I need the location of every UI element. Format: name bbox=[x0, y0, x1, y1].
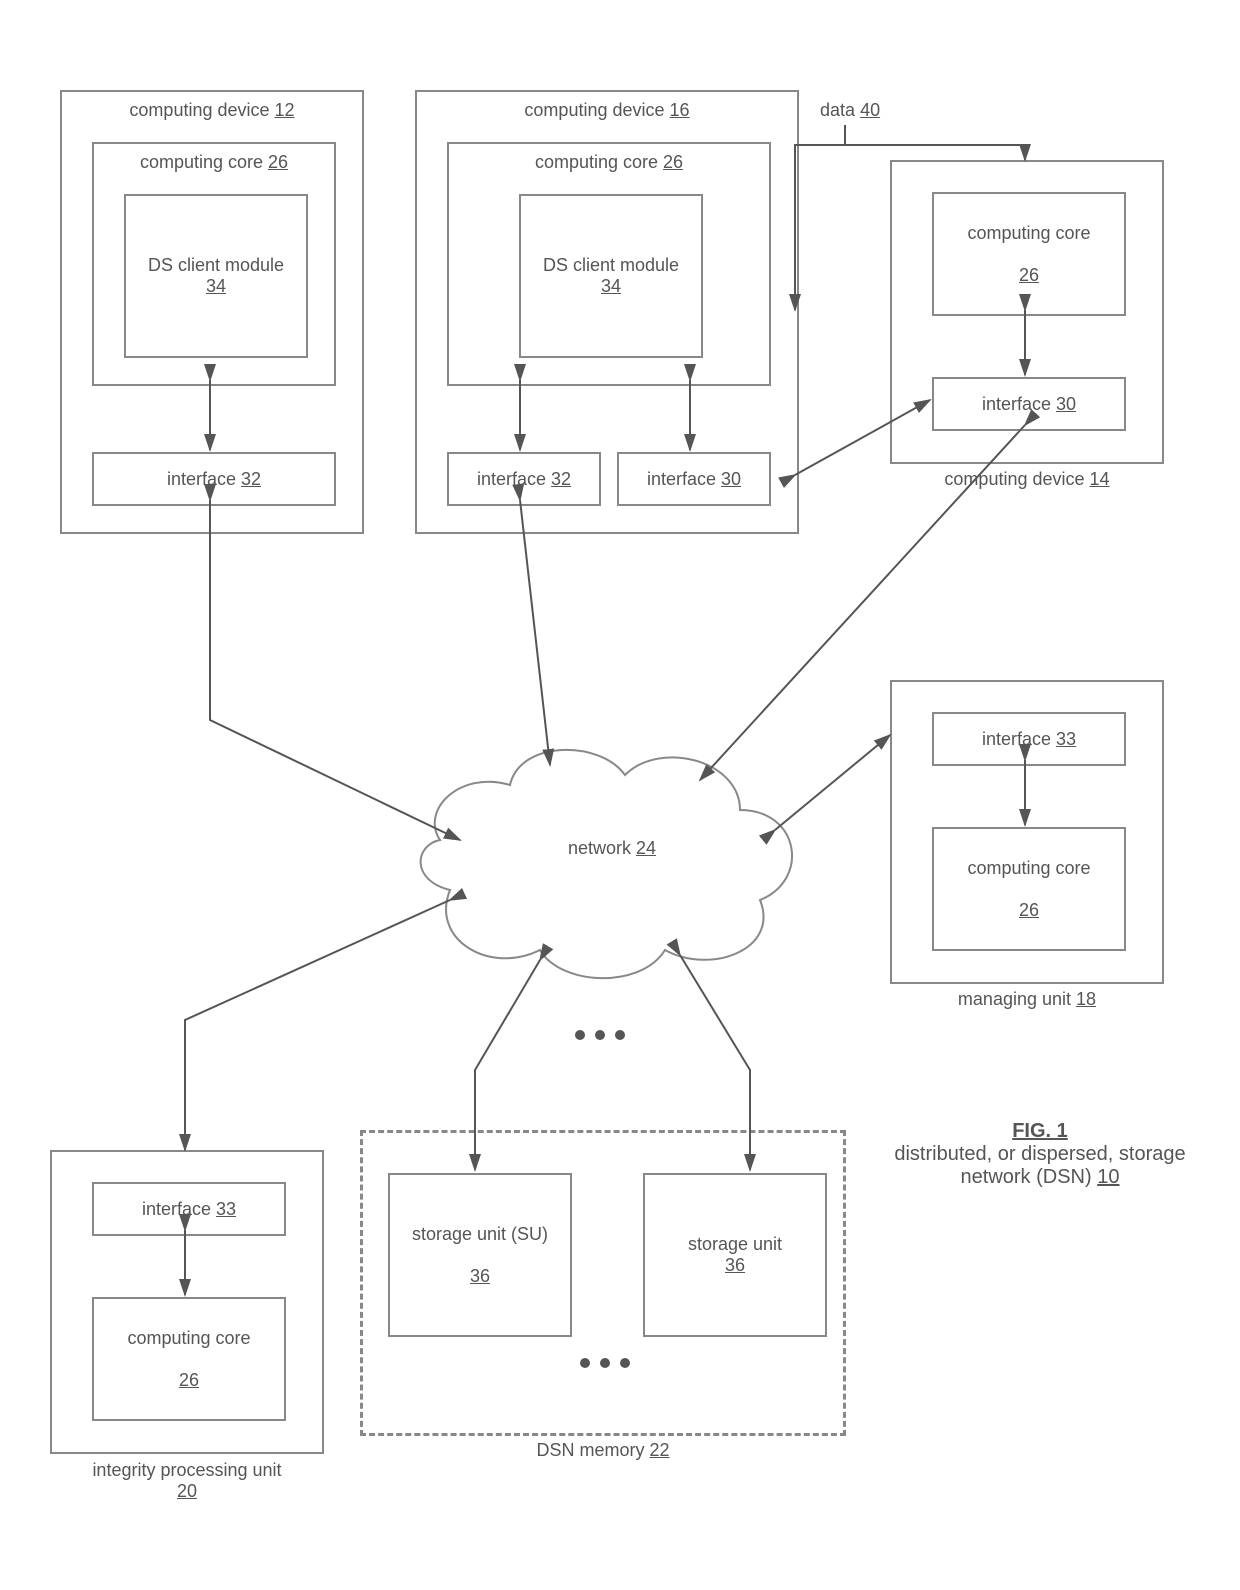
integrity-title: integrity processing unit bbox=[92, 1460, 281, 1480]
cd14-title: computing device bbox=[944, 469, 1084, 489]
data-label: data 40 bbox=[820, 100, 880, 121]
managing-unit: interface 33 computing core26 managing u… bbox=[890, 680, 1164, 984]
integrity-core: computing core26 bbox=[92, 1297, 286, 1421]
cd16-title: computing device bbox=[524, 100, 664, 120]
ellipsis-dots-storage bbox=[580, 1358, 630, 1368]
cd14-interface-30: interface 30 bbox=[932, 377, 1126, 431]
network-label: network 24 bbox=[542, 838, 682, 859]
storage-unit-2: storage unit 36 bbox=[643, 1173, 827, 1337]
ellipsis-dots-network bbox=[575, 1030, 625, 1040]
computing-device-12: computing device 12 computing core 26 DS… bbox=[60, 90, 364, 534]
cd14-core: computing core26 bbox=[932, 192, 1126, 316]
storage-unit-1: storage unit (SU)36 bbox=[388, 1173, 572, 1337]
managing-ref: 18 bbox=[1076, 989, 1096, 1009]
cd12-client-module: DS client module 34 bbox=[124, 194, 308, 358]
integrity-processing-unit: interface 33 computing core26 integrity … bbox=[50, 1150, 324, 1454]
cd16-ref: 16 bbox=[670, 100, 690, 120]
dsn-memory-ref: 22 bbox=[650, 1440, 670, 1460]
cd16-interface-30: interface 30 bbox=[617, 452, 771, 506]
cd12-interface-32: interface 32 bbox=[92, 452, 336, 506]
network-cloud bbox=[421, 750, 792, 978]
computing-device-16: computing device 16 computing core 26 DS… bbox=[415, 90, 799, 534]
cd14-ref: 14 bbox=[1090, 469, 1110, 489]
dsn-memory-title: DSN memory bbox=[536, 1440, 644, 1460]
managing-core: computing core26 bbox=[932, 827, 1126, 951]
integrity-ref: 20 bbox=[177, 1481, 197, 1501]
figure-caption: FIG. 1 distributed, or dispersed, storag… bbox=[890, 1120, 1190, 1189]
managing-interface: interface 33 bbox=[932, 712, 1126, 766]
dsn-memory: storage unit (SU)36 storage unit 36 DSN … bbox=[360, 1130, 846, 1436]
cd12-core: computing core 26 DS client module 34 bbox=[92, 142, 336, 386]
cd12-ref: 12 bbox=[275, 100, 295, 120]
cd16-client-module: DS client module 34 bbox=[519, 194, 703, 358]
cd16-core: computing core 26 DS client module 34 bbox=[447, 142, 771, 386]
managing-title: managing unit bbox=[958, 989, 1071, 1009]
integrity-interface: interface 33 bbox=[92, 1182, 286, 1236]
cd16-interface-32: interface 32 bbox=[447, 452, 601, 506]
diagram-canvas: computing device 12 computing core 26 DS… bbox=[20, 20, 1220, 1570]
computing-device-14: computing core26 interface 30 computing … bbox=[890, 160, 1164, 464]
cd12-title: computing device bbox=[129, 100, 269, 120]
